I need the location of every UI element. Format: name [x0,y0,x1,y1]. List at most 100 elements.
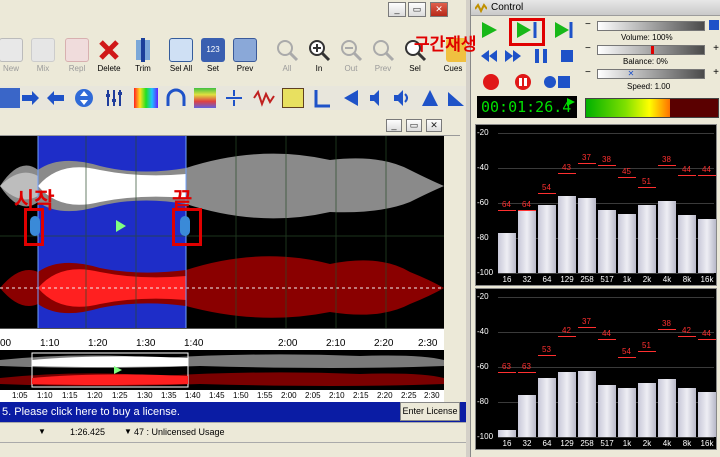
filter-icon[interactable] [194,88,216,108]
fade-out-icon[interactable] [420,88,440,108]
plus-icon[interactable]: + [713,43,719,54]
balance-track[interactable] [597,45,705,55]
amplify-icon[interactable] [366,88,386,108]
license-message[interactable]: 5. Please click here to buy a license. [2,406,180,418]
delete-button[interactable]: Delete [92,34,126,80]
volume-track[interactable] [597,21,705,31]
waveform-display[interactable] [0,136,444,328]
spectrum-peak-label: 53 [542,344,551,354]
minus-icon[interactable]: − [585,19,591,30]
plus-icon[interactable]: + [713,67,719,78]
previous-button[interactable]: Prev [228,34,262,80]
position-readout: 1:26.425 [70,427,106,437]
pitch-icon[interactable] [340,88,360,108]
overview-tick: 1:10 [37,391,53,400]
overview-waveform[interactable] [0,350,444,390]
replace-button[interactable]: Repl [60,34,94,80]
split-icon[interactable] [224,88,244,108]
volume-speaker-icon[interactable] [709,20,719,30]
spectrum-bar [698,218,716,273]
spectrum-x-label: 16 [502,275,512,284]
wave-restore-button[interactable]: ▭ [406,119,422,132]
enter-license-button[interactable]: Enter License [400,402,460,421]
reverb-icon[interactable] [166,88,186,108]
spectrum-peak-label: 54 [542,182,551,192]
spectrum-analyzer-bottom: -20 -40 -60 -80 -100 63 16 63 32 53 64 42 129 37 258 44… [475,288,717,450]
undo-icon [233,38,257,62]
speed-thumb[interactable]: ✕ [628,70,636,78]
speed-slider[interactable]: − ✕ + [585,67,719,80]
wave-minimize-button[interactable]: _ [386,119,402,132]
volume-slider[interactable]: − [585,19,719,32]
arrow-right-icon[interactable] [20,88,40,108]
annotation-start-box [24,208,44,246]
spectrum-y-label: -80 [477,233,489,242]
zoom-prev-button[interactable]: Prev [366,34,400,80]
spectrum-peak-label: 63 [522,362,531,372]
zoom-out-button[interactable]: Out [334,34,368,80]
spectrum-bar [558,196,576,273]
silence-icon[interactable] [282,88,304,108]
spectrum-peak-line [578,162,596,164]
restore-button[interactable]: ▭ [408,2,426,17]
spectrum-bar [638,382,656,437]
spectrum-icon[interactable] [134,88,158,108]
trim-button[interactable]: Trim [126,34,160,80]
pause-button[interactable] [531,46,551,66]
play-button[interactable] [479,20,499,40]
overview-tick: 1:25 [112,391,128,400]
spectrum-x-label: 258 [580,275,594,284]
select-all-button[interactable]: Sel All [164,34,198,80]
play-to-end-button[interactable] [553,20,573,40]
timeline-ruler[interactable]: 00 1:10 1:20 1:30 1:40 2:00 2:10 2:20 2:… [0,328,444,350]
record-settings-button[interactable] [543,72,573,92]
spectrum-bar [518,395,536,437]
spectrum-peak-label: 63 [502,362,511,372]
spectrum-peak-label: 42 [682,325,691,335]
fade-in-icon[interactable] [312,88,332,108]
spectrum-bar [538,204,556,273]
spectrum-peak-line [618,356,636,358]
spectrum-peak-line [598,164,616,166]
equalizer-icon[interactable] [104,88,124,108]
fast-forward-button[interactable] [503,46,523,66]
zoom-in-button[interactable]: In [302,34,336,80]
minus-icon[interactable]: − [585,43,591,54]
new-button[interactable]: New [0,34,28,80]
close-button[interactable]: ✕ [430,2,448,17]
record-pause-button[interactable] [513,72,533,92]
level-meter [585,98,719,118]
normalize-icon[interactable] [446,88,466,108]
mix-button[interactable]: Mix [26,34,60,80]
minus-icon[interactable]: − [585,67,591,78]
noise-icon[interactable] [252,88,276,108]
volume-icon[interactable] [392,88,412,108]
overview-tick: 1:50 [233,391,249,400]
dropdown-arrow-icon[interactable]: ▼ [124,427,132,436]
spectrum-peak-label: 38 [662,318,671,328]
timeline-tick: 00 [0,338,12,349]
speed-track[interactable]: ✕ [597,69,705,79]
spectrum-analyzer-top: -20 -40 -60 -80 -100 64 16 64 32 54 64 43 129 37 258 38… [475,124,717,286]
volume-label: Volume: 100% [621,33,673,42]
rewind-button[interactable] [479,46,499,66]
set-button[interactable]: 123 Set [196,34,230,80]
arrow-left-icon[interactable] [46,88,66,108]
stretch-icon[interactable] [74,88,94,108]
balance-thumb[interactable] [651,46,654,54]
spectrum-peak-line [678,335,696,337]
spectrum-bar [678,215,696,273]
license-status-bar[interactable]: 5. Please click here to buy a license. [0,402,466,422]
status-bar-lower [0,442,466,457]
dropdown-arrow-icon[interactable]: ▼ [38,427,46,436]
minimize-button[interactable]: _ [388,2,406,17]
spectrum-peak-label: 37 [582,152,591,162]
overview-tick: 1:40 [185,391,201,400]
record-button[interactable] [481,72,501,92]
align-icon[interactable] [0,88,20,108]
zoom-all-button[interactable]: All [270,34,304,80]
stop-button[interactable] [557,46,577,66]
wave-close-button[interactable]: ✕ [426,119,442,132]
set-icon: 123 [201,38,225,62]
balance-slider[interactable]: − + [585,43,719,56]
